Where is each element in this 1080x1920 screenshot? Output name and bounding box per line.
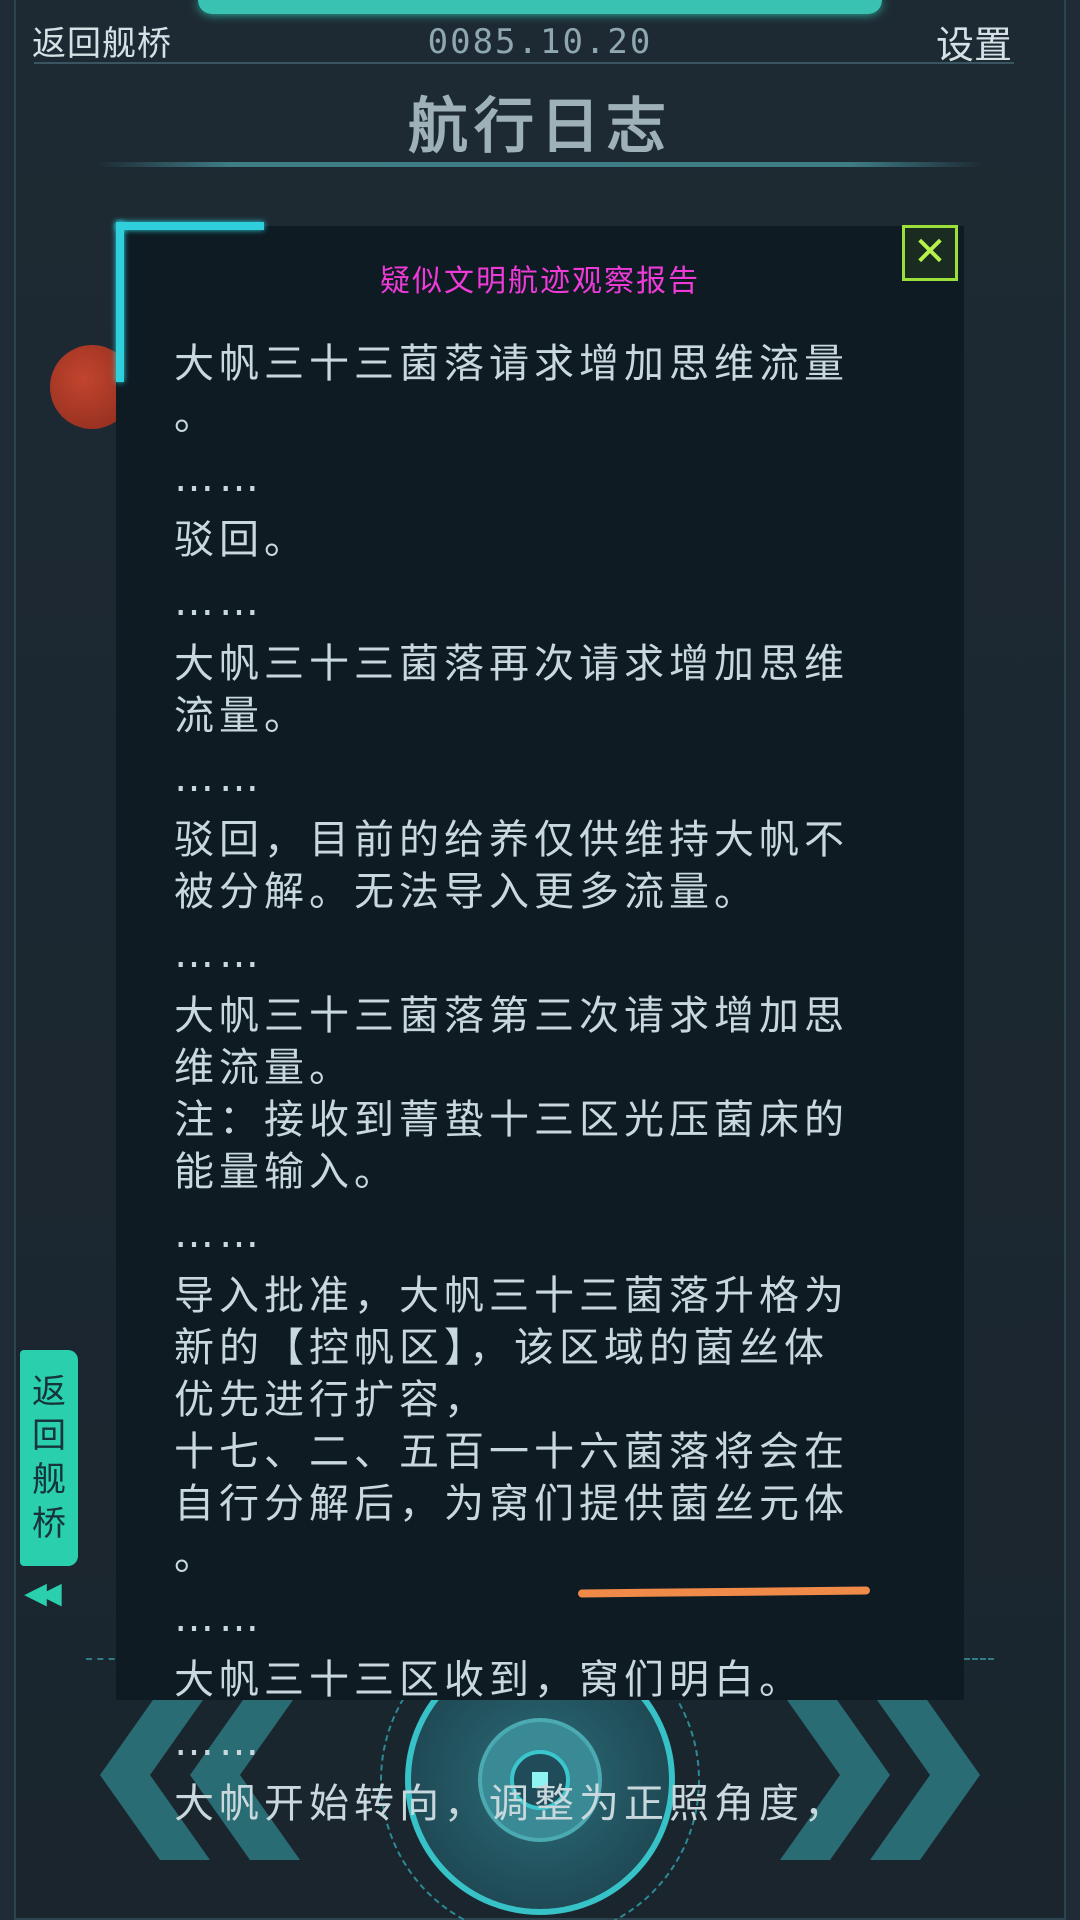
log-line: 维流量。 xyxy=(174,1045,354,1091)
top-divider xyxy=(34,62,1014,64)
log-line: 新的【控帆区】，该区域的菌丝体 xyxy=(174,1325,829,1371)
log-line: 驳回。 xyxy=(174,517,309,563)
log-line: 流量。 xyxy=(174,693,309,739)
date-display: 0085.10.20 xyxy=(427,22,653,62)
log-line: 导入批准，大帆三十三菌落升格为 xyxy=(174,1273,849,1319)
dashed-guide-right xyxy=(964,1658,994,1660)
log-line: 。 xyxy=(174,393,219,439)
top-bar: 返回舰桥 0085.10.20 设置 xyxy=(0,0,1080,70)
log-line: 被分解。无法导入更多流量。 xyxy=(174,869,759,915)
log-line: …… xyxy=(174,1211,264,1257)
log-text: 大帆三十三菌落请求增加思维流量 。 …… 驳回。 …… 大帆三十三菌落再次请求增… xyxy=(174,338,886,1830)
log-line: …… xyxy=(174,755,264,801)
panel-corner-accent xyxy=(116,222,264,230)
log-line: 优先进行扩容， xyxy=(174,1377,489,1423)
log-line: …… xyxy=(174,931,264,977)
side-tab-char: 桥 xyxy=(32,1504,66,1544)
settings-button[interactable]: 设置 xyxy=(936,14,1012,69)
log-line: 大帆三十三菌落请求增加思维流量 xyxy=(174,341,849,387)
log-line: 大帆三十三菌落再次请求增加思维 xyxy=(174,641,849,687)
log-line: 能量输入。 xyxy=(174,1149,399,1195)
log-line: 驳回，目前的给养仅供维持大帆不 xyxy=(174,817,849,863)
log-line: …… xyxy=(174,455,264,501)
log-line: …… xyxy=(174,1595,264,1641)
log-line: 大帆三十三菌落第三次请求增加思 xyxy=(174,993,849,1039)
panel-corner-accent-vertical xyxy=(116,222,124,382)
log-line: 十七、二、五百一十六菌落将会在 xyxy=(174,1429,849,1475)
log-line: 大帆三十三区收到，窝们明白。 xyxy=(174,1657,804,1703)
double-arrow-left-icon[interactable]: ◀◀ xyxy=(24,1570,62,1614)
log-line: …… xyxy=(174,1719,264,1765)
side-tab-char: 舰 xyxy=(32,1460,66,1500)
page-title: 航行日志 xyxy=(408,92,672,162)
log-line: 大帆开始转向，调整为正照角度， xyxy=(174,1781,849,1827)
log-line: 。 xyxy=(174,1533,219,1579)
title-divider xyxy=(96,162,984,167)
side-back-to-bridge-tab[interactable]: 返 回 舰 桥 xyxy=(20,1350,78,1566)
side-tab-char: 回 xyxy=(32,1416,66,1456)
log-line: 注：接收到菁蛰十三区光压菌床的 xyxy=(174,1097,849,1143)
log-line: …… xyxy=(174,579,264,625)
side-tab-char: 返 xyxy=(32,1372,66,1412)
report-title: 疑似文明航迹观察报告 xyxy=(380,264,700,299)
log-line: 自行分解后，为窝们提供菌丝元体 xyxy=(174,1481,849,1527)
